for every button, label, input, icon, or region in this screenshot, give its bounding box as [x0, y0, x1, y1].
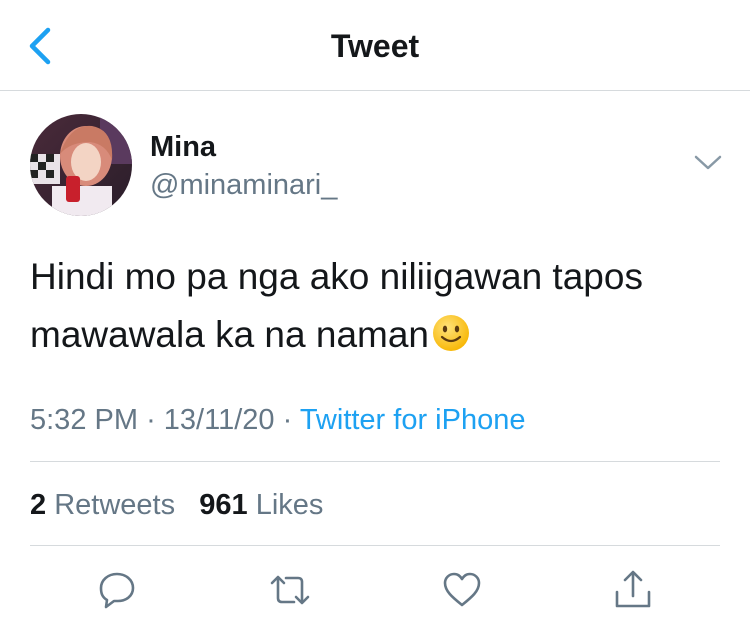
- header-bar: Tweet: [0, 0, 750, 91]
- chevron-down-icon: [694, 155, 722, 170]
- share-button[interactable]: [611, 568, 655, 612]
- tweet-text-line: mawawala ka na naman: [30, 306, 720, 364]
- like-icon: [443, 572, 481, 607]
- meta-separator: ·: [146, 404, 156, 436]
- retweet-icon: [270, 575, 310, 605]
- share-icon: [615, 570, 651, 608]
- username[interactable]: @minaminari_: [150, 168, 337, 202]
- meta-separator: ·: [282, 404, 293, 436]
- tweet-text-line: Hindi mo pa nga ako niliigawan tapos: [30, 256, 643, 297]
- retweet-button[interactable]: [268, 568, 312, 612]
- likes-stat[interactable]: 961 Likes: [199, 489, 323, 521]
- tweet-text: Hindi mo pa nga ako niliigawan tapos maw…: [30, 248, 720, 364]
- display-name[interactable]: Mina: [150, 130, 216, 164]
- divider: [30, 461, 720, 462]
- tweet-date: 13/11/20: [163, 404, 275, 436]
- slightly-smiling-face-icon: [433, 315, 469, 351]
- tweet-time: 5:32 PM: [30, 404, 138, 436]
- tweet-meta: 5:32 PM · 13/11/20 · Twitter for iPhone: [30, 402, 525, 438]
- avatar[interactable]: [30, 114, 132, 216]
- tweet-source-link[interactable]: Twitter for iPhone: [300, 404, 526, 436]
- divider: [30, 545, 720, 546]
- retweets-count: 2: [30, 489, 47, 521]
- tweet-stats: 2 Retweets 961 Likes: [30, 487, 323, 523]
- retweets-label: Retweets: [54, 489, 176, 521]
- reply-icon: [99, 572, 135, 609]
- retweets-stat[interactable]: 2 Retweets: [30, 489, 175, 521]
- tweet-detail-screen: Tweet Mina @minaminari_ Hindi mo pa nga …: [0, 0, 750, 632]
- like-button[interactable]: [440, 568, 484, 612]
- reply-button[interactable]: [95, 568, 139, 612]
- more-options-button[interactable]: [692, 150, 724, 174]
- likes-count: 961: [199, 489, 248, 521]
- page-title: Tweet: [330, 28, 420, 64]
- likes-label: Likes: [255, 489, 324, 521]
